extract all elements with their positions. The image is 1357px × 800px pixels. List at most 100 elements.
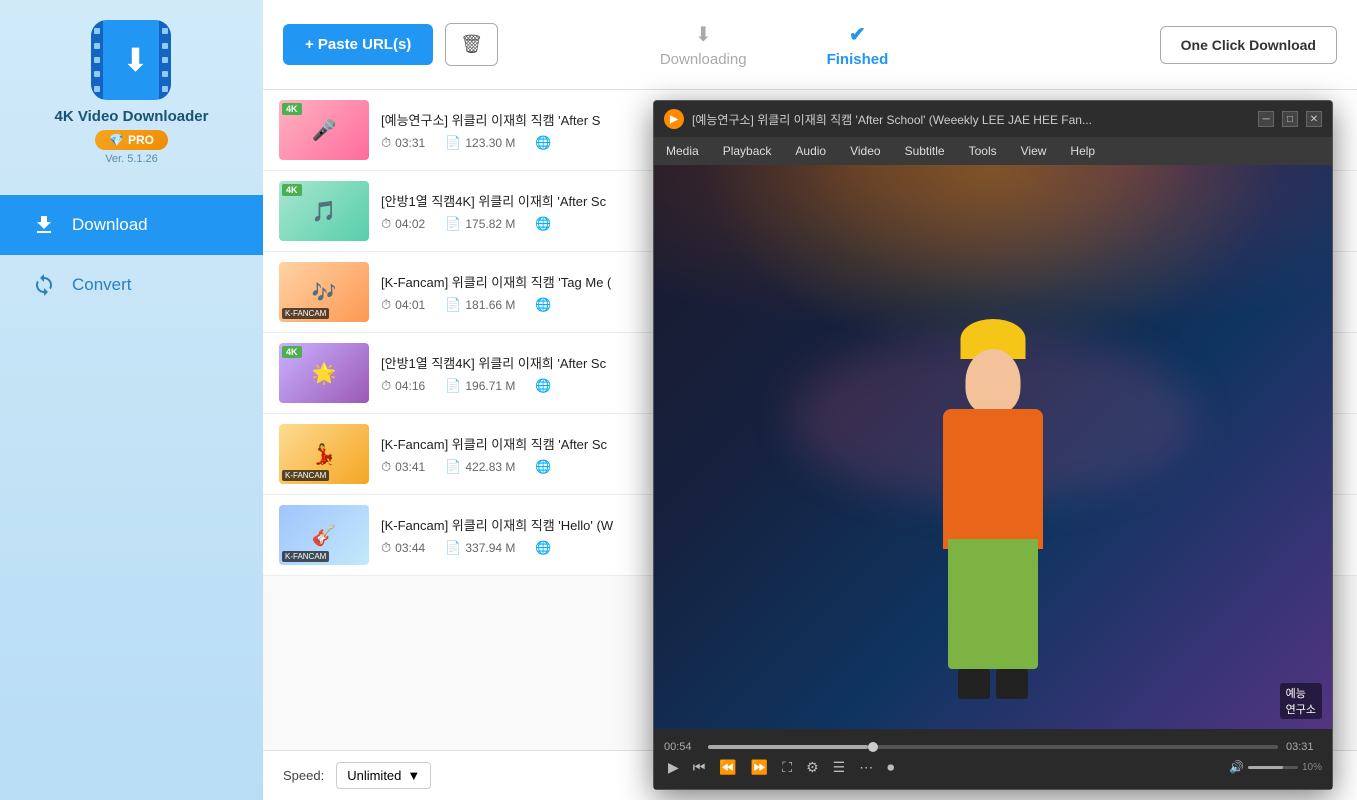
format: 🌐	[535, 378, 551, 394]
vlc-menu-view[interactable]: View	[1017, 142, 1051, 160]
vlc-window-title: [예능연구소] 위클리 이재희 직캠 'After School' (Weeek…	[692, 111, 1250, 128]
quality-badge: 4K	[282, 103, 302, 115]
vlc-fullscreen-button[interactable]: ⛶	[778, 757, 796, 778]
film-strip-right	[159, 20, 171, 100]
volume-icon: 🔊	[1229, 760, 1244, 774]
volume-track	[1248, 766, 1298, 769]
nav-items: Download Convert	[0, 195, 263, 315]
sidebar-item-download[interactable]: Download	[0, 195, 263, 255]
vlc-controls: 00:54 03:31 ▶ ⏮ ⏪ ⏩ ⛶ ⚙ ☰ ⋯ ⏺ 🔊	[654, 729, 1332, 789]
format: 🌐	[535, 135, 551, 151]
vlc-extended-button[interactable]: ⚙	[802, 757, 823, 778]
format: 🌐	[535, 540, 551, 556]
performer-area	[654, 221, 1332, 729]
vlc-menu-playback[interactable]: Playback	[719, 142, 776, 160]
sidebar: ⬇ 4K Video Downloader 💎 PRO Ver. 5.1.26 …	[0, 0, 263, 800]
downloading-label: Downloading	[660, 51, 747, 68]
delete-button[interactable]: 🗑	[445, 23, 498, 66]
vlc-time-total: 03:31	[1286, 741, 1322, 753]
vlc-rewind-button[interactable]: ⏮	[689, 757, 710, 778]
speed-label: Speed:	[283, 768, 324, 783]
kfancam-badge: K-FANCAM	[282, 470, 329, 481]
quality-badge: 4K	[282, 346, 302, 358]
video-thumbnail: K-FANCAM 🎶	[279, 262, 369, 322]
vlc-menubar: Media Playback Audio Video Subtitle Tool…	[654, 137, 1332, 165]
performer-head	[966, 349, 1021, 414]
vlc-buttons-row: ▶ ⏮ ⏪ ⏩ ⛶ ⚙ ☰ ⋯ ⏺ 🔊 10%	[664, 757, 1322, 778]
vlc-playlist-button[interactable]: ☰	[829, 757, 850, 778]
paste-url-button[interactable]: + Paste URL(s)	[283, 24, 433, 65]
duration: ⏱ 04:02	[381, 216, 425, 232]
speed-value: Unlimited	[347, 768, 401, 783]
main-content: + Paste URL(s) 🗑 ⬇ Downloading ✔ Finishe…	[263, 0, 1357, 800]
vlc-menu-tools[interactable]: Tools	[965, 142, 1001, 160]
vlc-record-button[interactable]: ⏺	[883, 757, 898, 778]
top-bar: + Paste URL(s) 🗑 ⬇ Downloading ✔ Finishe…	[263, 0, 1357, 90]
version-label: Ver. 5.1.26	[105, 153, 158, 165]
vlc-video-frame: 예능연구소	[654, 165, 1332, 729]
sidebar-convert-label: Convert	[72, 275, 132, 295]
app-name: 4K Video Downloader	[55, 108, 209, 125]
performer-shoe-left	[958, 669, 990, 699]
finished-icon: ✔	[849, 22, 866, 47]
finished-label: Finished	[827, 51, 889, 68]
kfancam-badge: K-FANCAM	[282, 551, 329, 562]
format: 🌐	[535, 216, 551, 232]
file-size: 📄 196.71 M	[445, 378, 515, 394]
vlc-progress-row: 00:54 03:31	[664, 741, 1322, 753]
vlc-seek-fill	[708, 745, 868, 749]
duration: ⏱ 03:31	[381, 135, 425, 151]
vlc-window-controls: ─ □ ✕	[1258, 111, 1322, 127]
vlc-fast-rewind-button[interactable]: ⏪	[715, 757, 740, 778]
duration: ⏱ 03:44	[381, 540, 425, 556]
vlc-fast-forward-button[interactable]: ⏩	[747, 757, 772, 778]
vlc-menu-audio[interactable]: Audio	[791, 142, 830, 160]
vlc-effects-button[interactable]: ⋯	[855, 757, 877, 778]
downloading-icon: ⬇	[695, 22, 712, 47]
quality-badge: 4K	[282, 184, 302, 196]
sidebar-item-convert[interactable]: Convert	[0, 255, 263, 315]
vlc-titlebar: ▶ [예능연구소] 위클리 이재희 직캠 'After School' (Wee…	[654, 101, 1332, 137]
vlc-menu-media[interactable]: Media	[662, 142, 703, 160]
download-nav-icon	[30, 211, 58, 239]
vlc-volume-control[interactable]: 🔊 10%	[1229, 760, 1322, 774]
vlc-menu-subtitle[interactable]: Subtitle	[901, 142, 949, 160]
video-watermark: 예능연구소	[1280, 683, 1322, 719]
vlc-play-button[interactable]: ▶	[664, 757, 683, 778]
file-size: 📄 422.83 M	[445, 459, 515, 475]
format: 🌐	[535, 459, 551, 475]
duration: ⏱ 04:16	[381, 378, 425, 394]
file-size: 📄 123.30 M	[445, 135, 515, 151]
speed-select[interactable]: Unlimited ▼	[336, 762, 431, 789]
file-size: 📄 175.82 M	[445, 216, 515, 232]
video-thumbnail: K-FANCAM 💃	[279, 424, 369, 484]
tab-downloading[interactable]: ⬇ Downloading	[620, 14, 787, 76]
diamond-icon: 💎	[109, 133, 124, 147]
video-thumbnail: 4K 🎵	[279, 181, 369, 241]
vlc-seek-thumb	[868, 742, 878, 752]
volume-fill	[1248, 766, 1283, 769]
tab-group: ⬇ Downloading ✔ Finished	[620, 14, 928, 76]
app-logo: ⬇	[91, 20, 171, 100]
performer-shoe-right	[996, 669, 1028, 699]
performer-pants	[948, 539, 1038, 669]
duration: ⏱ 03:41	[381, 459, 425, 475]
sidebar-download-label: Download	[72, 215, 148, 235]
vlc-time-current: 00:54	[664, 741, 700, 753]
film-strip-left	[91, 20, 103, 100]
one-click-download-button[interactable]: One Click Download	[1160, 26, 1337, 64]
vlc-seekbar[interactable]	[708, 745, 1278, 749]
format: 🌐	[535, 297, 551, 313]
vlc-minimize-button[interactable]: ─	[1258, 111, 1274, 127]
video-thumbnail: K-FANCAM 🎸	[279, 505, 369, 565]
file-size: 📄 181.66 M	[445, 297, 515, 313]
vlc-video-area[interactable]: 예능연구소	[654, 165, 1332, 729]
tab-finished[interactable]: ✔ Finished	[787, 14, 929, 76]
logo-arrow-icon: ⬇	[122, 44, 149, 76]
vlc-maximize-button[interactable]: □	[1282, 111, 1298, 127]
vlc-menu-help[interactable]: Help	[1066, 142, 1099, 160]
vlc-menu-video[interactable]: Video	[846, 142, 884, 160]
vlc-close-button[interactable]: ✕	[1306, 111, 1322, 127]
duration: ⏱ 04:01	[381, 297, 425, 313]
file-size: 📄 337.94 M	[445, 540, 515, 556]
